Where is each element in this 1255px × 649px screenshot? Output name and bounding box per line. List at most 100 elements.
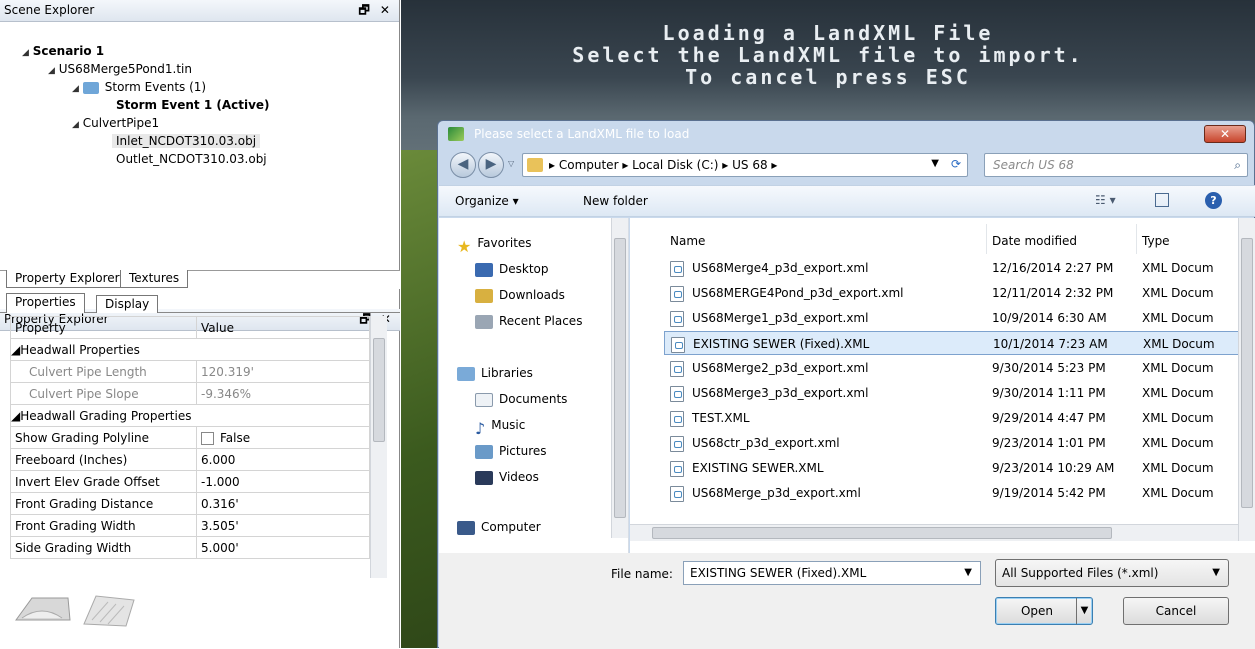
file-row[interactable]: US68Merge_p3d_export.xml 9/19/2014 5:42 P… <box>664 481 1254 505</box>
expand-icon[interactable]: ◢ <box>22 48 29 58</box>
horizontal-scrollbar[interactable] <box>630 524 1238 541</box>
help-icon[interactable]: ? <box>1205 192 1222 209</box>
property-value[interactable]: 6.000 <box>196 448 370 471</box>
nav-pictures[interactable]: Pictures <box>475 444 547 459</box>
headwall-preview-icons[interactable] <box>12 590 142 630</box>
nav-desktop[interactable]: Desktop <box>475 262 549 277</box>
breadcrumb-local-disk[interactable]: Local Disk (C:) <box>632 158 718 172</box>
column-header-value[interactable]: Value <box>196 316 370 339</box>
tree-item-storm-events[interactable]: ◢ Storm Events (1) <box>72 80 206 94</box>
column-header-property[interactable]: Property <box>10 316 197 339</box>
app-icon <box>448 127 464 141</box>
file-row[interactable]: TEST.XML 9/29/2014 4:47 PM XML Docum <box>664 406 1254 430</box>
search-icon[interactable]: ⌕ <box>1234 154 1241 176</box>
file-row[interactable]: US68Merge3_p3d_export.xml 9/30/2014 1:11 … <box>664 381 1254 405</box>
group-header[interactable]: ◢Headwall Properties <box>10 338 370 361</box>
address-bar[interactable]: ▸ Computer ▸ Local Disk (C:) ▸ US 68 ▸ ▼… <box>522 153 968 177</box>
expand-icon[interactable]: ◢ <box>72 120 79 130</box>
tree-item-culvert[interactable]: ◢ CulvertPipe1 <box>72 116 159 130</box>
new-folder-button[interactable]: New folder <box>583 194 648 208</box>
breadcrumb-us68[interactable]: US 68 <box>732 158 767 172</box>
property-value[interactable]: 120.319' <box>196 360 370 383</box>
nav-music[interactable]: ♪ Music <box>475 418 525 438</box>
tree-item-tin[interactable]: ◢ US68Merge5Pond1.tin <box>48 62 192 76</box>
file-row-selected[interactable]: EXISTING SEWER (Fixed).XML 10/1/2014 7:23… <box>664 331 1254 355</box>
tree-item-scenario[interactable]: ◢ Scenario 1 <box>22 44 104 58</box>
loading-overlay: Loading a LandXML File Select the LandXM… <box>401 0 1255 100</box>
tab-textures[interactable]: Textures <box>120 270 189 288</box>
file-row[interactable]: US68MERGE4Pond_p3d_export.xml 12/11/2014 … <box>664 281 1254 305</box>
column-divider <box>986 224 987 254</box>
property-name: Freeboard (Inches) <box>10 448 197 471</box>
scroll-thumb[interactable] <box>1241 238 1253 508</box>
property-value[interactable]: -1.000 <box>196 470 370 493</box>
file-list-scrollbar[interactable] <box>1238 218 1255 541</box>
back-button[interactable]: ◀ <box>450 152 476 178</box>
dialog-footer: File name: EXISTING SEWER (Fixed).XML ▼ … <box>439 553 1255 649</box>
close-button[interactable]: ✕ <box>1204 125 1246 143</box>
xml-file-icon <box>670 386 684 402</box>
scroll-thumb[interactable] <box>373 338 385 442</box>
scroll-thumb[interactable] <box>652 527 1112 539</box>
refresh-icon[interactable]: ⟳ <box>951 157 961 171</box>
cancel-button[interactable]: Cancel <box>1123 597 1229 625</box>
dialog-titlebar: Please select a LandXML file to load ✕ <box>438 121 1254 149</box>
file-name-input[interactable]: EXISTING SEWER (Fixed).XML ▼ <box>683 561 981 585</box>
nav-documents[interactable]: Documents <box>475 392 567 407</box>
chevron-down-icon[interactable]: ▼ <box>964 562 972 584</box>
file-row[interactable]: US68Merge1_p3d_export.xml 10/9/2014 6:30 … <box>664 306 1254 330</box>
file-row[interactable]: US68ctr_p3d_export.xml 9/23/2014 1:01 PM X… <box>664 431 1254 455</box>
nav-computer[interactable]: Computer <box>457 520 541 535</box>
expand-icon[interactable]: ◢ <box>48 66 55 76</box>
file-row[interactable]: US68Merge4_p3d_export.xml 12/16/2014 2:27… <box>664 256 1254 280</box>
xml-file-icon <box>670 461 684 477</box>
file-row[interactable]: US68Merge2_p3d_export.xml 9/30/2014 5:23 … <box>664 356 1254 380</box>
nav-favorites[interactable]: ★ Favorites <box>457 236 532 256</box>
file-type-select[interactable]: All Supported Files (*.xml) ▼ <box>995 559 1229 587</box>
expand-icon[interactable]: ◢ <box>72 84 79 94</box>
property-name: Culvert Pipe Slope <box>10 382 197 405</box>
column-header-type[interactable]: Type <box>1142 234 1170 248</box>
property-value[interactable]: -9.346% <box>196 382 370 405</box>
chevron-down-icon[interactable]: ▼ <box>1076 598 1092 624</box>
property-name: Front Grading Width <box>10 514 197 537</box>
nav-downloads[interactable]: Downloads <box>475 288 565 303</box>
forward-button[interactable]: ▶ <box>478 152 504 178</box>
tab-property-explorer[interactable]: Property Explorer <box>6 270 129 288</box>
chevron-down-icon[interactable]: ▼ <box>1212 560 1220 586</box>
tab-display[interactable]: Display <box>96 295 159 313</box>
group-header[interactable]: ◢Headwall Grading Properties <box>10 404 370 427</box>
nav-scrollbar[interactable] <box>611 218 628 538</box>
documents-icon <box>475 392 493 407</box>
column-header-name[interactable]: Name <box>670 234 705 248</box>
organize-button[interactable]: Organize ▾ <box>455 194 519 208</box>
window-controls[interactable]: 🗗 ✕ <box>358 0 393 21</box>
column-header-date[interactable]: Date modified <box>992 234 1077 248</box>
checkbox[interactable] <box>201 431 214 445</box>
open-button[interactable]: Open ▼ <box>995 597 1093 625</box>
file-row[interactable]: EXISTING SEWER.XML 9/23/2014 10:29 AM XML … <box>664 456 1254 480</box>
property-value[interactable]: 0.316' <box>196 492 370 515</box>
view-options-icon[interactable]: ☷ ▾ <box>1095 193 1116 207</box>
tree-item-storm-event-active[interactable]: Storm Event 1 (Active) <box>116 98 270 112</box>
nav-videos[interactable]: Videos <box>475 470 539 485</box>
recent-locations-icon[interactable]: ▽ <box>508 159 514 168</box>
breadcrumb-computer[interactable]: Computer <box>559 158 619 172</box>
xml-file-icon <box>670 411 684 427</box>
property-scrollbar[interactable] <box>370 316 387 578</box>
xml-file-icon <box>670 311 684 327</box>
nav-libraries[interactable]: Libraries <box>457 366 533 381</box>
nav-recent-places[interactable]: Recent Places <box>475 314 582 329</box>
tree-item-inlet[interactable]: Inlet_NCDOT310.03.obj <box>112 134 261 148</box>
preview-pane-icon[interactable] <box>1155 193 1169 207</box>
search-input[interactable]: Search US 68 ⌕ <box>984 153 1248 177</box>
headwall-icon[interactable] <box>12 590 142 630</box>
property-value[interactable]: False <box>196 426 370 449</box>
property-value[interactable]: 5.000' <box>196 536 370 559</box>
folder-icon <box>527 158 543 172</box>
tab-properties[interactable]: Properties <box>6 293 85 313</box>
scroll-thumb[interactable] <box>614 238 626 518</box>
property-value[interactable]: 3.505' <box>196 514 370 537</box>
tree-item-outlet[interactable]: Outlet_NCDOT310.03.obj <box>116 152 267 166</box>
chevron-down-icon[interactable]: ▼ <box>931 158 939 169</box>
